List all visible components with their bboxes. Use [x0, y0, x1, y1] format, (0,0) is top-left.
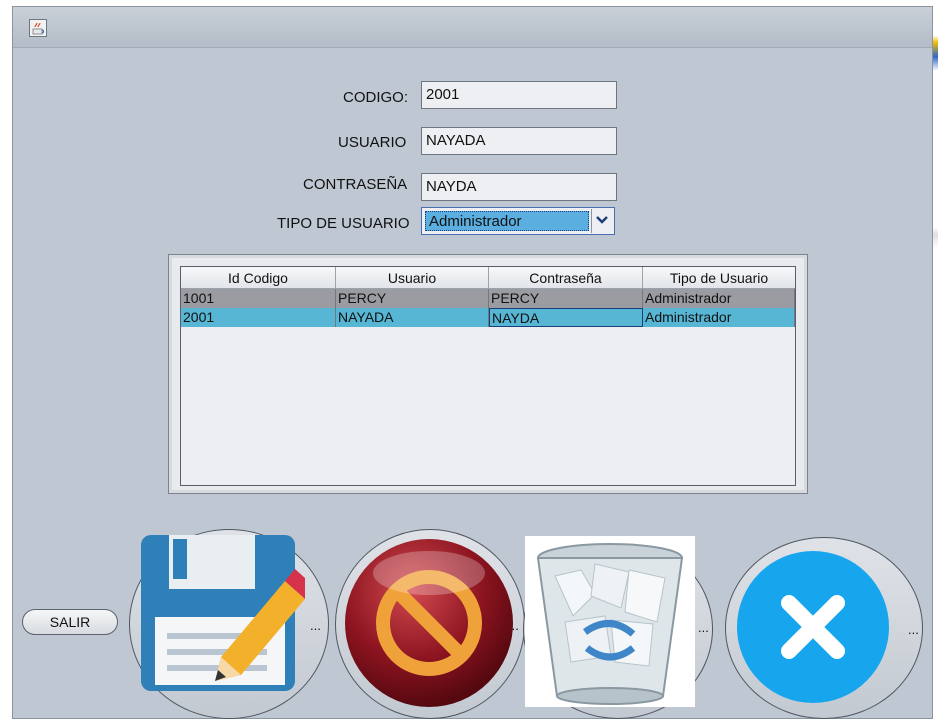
column-header-usuario[interactable]: Usuario [336, 267, 489, 289]
contrasena-label: CONTRASEÑA [303, 176, 408, 193]
app-window: CODIGO: 2001 USUARIO NAYADA CONTRASEÑA N… [12, 6, 933, 719]
users-table-panel: Id Codigo Usuario Contraseña Tipo de Usu… [169, 255, 807, 493]
tipo-usuario-label: TIPO DE USUARIO [277, 215, 410, 232]
table-cell: Administrador [643, 308, 795, 327]
java-app-icon [29, 19, 47, 37]
salir-button[interactable]: SALIR [22, 609, 118, 635]
contrasena-field[interactable]: NAYDA [421, 173, 617, 201]
users-table[interactable]: Id Codigo Usuario Contraseña Tipo de Usu… [180, 266, 796, 486]
tipo-usuario-selected-value: Administrador [425, 211, 589, 231]
codigo-label: CODIGO: [343, 89, 409, 106]
column-header-tipo-usuario[interactable]: Tipo de Usuario [643, 267, 795, 289]
table-row-selected[interactable]: 2001 NAYADA NAYDA Administrador [181, 308, 795, 327]
tipo-usuario-select[interactable]: Administrador [421, 207, 615, 235]
combo-dropdown-button[interactable] [591, 209, 613, 233]
cerrar-button-ellipsis: ... [908, 622, 919, 637]
codigo-field[interactable]: 2001 [421, 81, 617, 109]
table-cell: 1001 [181, 289, 336, 308]
floppy-disk-pencil-icon [141, 535, 305, 691]
table-cell: Administrador [643, 289, 795, 308]
recycle-bin-icon [536, 543, 684, 705]
recycle-bin-image [525, 536, 695, 707]
usuario-label: USUARIO [338, 134, 407, 151]
prohibited-icon [345, 539, 513, 707]
table-cell-focused: NAYDA [489, 308, 643, 327]
guardar-button-ellipsis: ... [310, 618, 321, 633]
usuario-field[interactable]: NAYADA [421, 127, 617, 155]
eliminar-button-ellipsis: ... [698, 620, 709, 635]
column-header-contrasena[interactable]: Contraseña [489, 267, 643, 289]
table-cell: PERCY [489, 289, 643, 308]
table-cell: 2001 [181, 308, 336, 327]
column-header-id-codigo[interactable]: Id Codigo [181, 267, 336, 289]
title-bar [13, 7, 932, 48]
close-x-icon [737, 551, 889, 703]
table-cell: PERCY [336, 289, 489, 308]
table-row[interactable]: 1001 PERCY PERCY Administrador [181, 289, 795, 308]
table-cell: NAYADA [336, 308, 489, 327]
chevron-down-icon [596, 216, 608, 224]
